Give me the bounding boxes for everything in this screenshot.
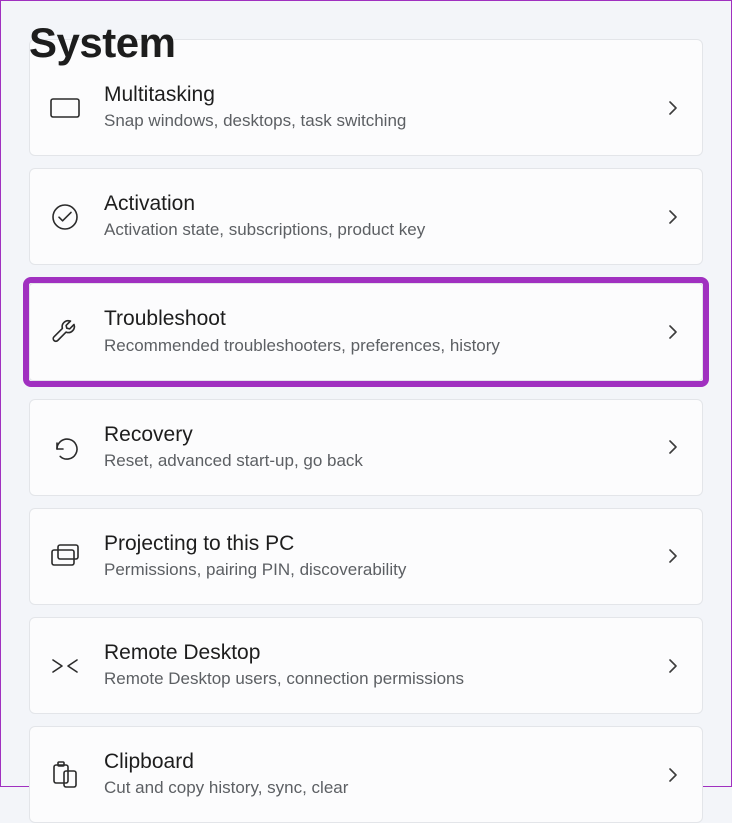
settings-item-activation[interactable]: Activation Activation state, subscriptio…: [29, 168, 703, 265]
settings-item-title: Troubleshoot: [104, 306, 656, 332]
chevron-right-icon: [656, 440, 680, 454]
settings-item-subtitle: Remote Desktop users, connection permiss…: [104, 668, 656, 691]
settings-item-title: Multitasking: [104, 82, 656, 108]
settings-item-body: Troubleshoot Recommended troubleshooters…: [82, 306, 656, 357]
recovery-icon: [48, 430, 82, 464]
settings-item-troubleshoot[interactable]: Troubleshoot Recommended troubleshooters…: [29, 283, 703, 380]
settings-item-projecting[interactable]: Projecting to this PC Permissions, pairi…: [29, 508, 703, 605]
checkmark-circle-icon: [48, 200, 82, 234]
settings-item-body: Activation Activation state, subscriptio…: [82, 191, 656, 242]
settings-item-subtitle: Reset, advanced start-up, go back: [104, 450, 656, 473]
settings-item-title: Activation: [104, 191, 656, 217]
settings-item-subtitle: Snap windows, desktops, task switching: [104, 110, 656, 133]
chevron-right-icon: [656, 325, 680, 339]
settings-item-subtitle: Permissions, pairing PIN, discoverabilit…: [104, 559, 656, 582]
settings-list: Multitasking Snap windows, desktops, tas…: [1, 39, 731, 823]
settings-item-subtitle: Recommended troubleshooters, preferences…: [104, 335, 656, 358]
settings-item-subtitle: Cut and copy history, sync, clear: [104, 777, 656, 800]
settings-item-clipboard[interactable]: Clipboard Cut and copy history, sync, cl…: [29, 726, 703, 823]
remote-desktop-icon: [48, 649, 82, 683]
highlight-frame: Troubleshoot Recommended troubleshooters…: [23, 277, 709, 386]
settings-item-body: Remote Desktop Remote Desktop users, con…: [82, 640, 656, 691]
settings-item-body: Clipboard Cut and copy history, sync, cl…: [82, 749, 656, 800]
settings-item-subtitle: Activation state, subscriptions, product…: [104, 219, 656, 242]
chevron-right-icon: [656, 101, 680, 115]
settings-item-recovery[interactable]: Recovery Reset, advanced start-up, go ba…: [29, 399, 703, 496]
chevron-right-icon: [656, 549, 680, 563]
wrench-icon: [48, 315, 82, 349]
settings-item-title: Clipboard: [104, 749, 656, 775]
settings-item-body: Projecting to this PC Permissions, pairi…: [82, 531, 656, 582]
settings-item-title: Projecting to this PC: [104, 531, 656, 557]
chevron-right-icon: [656, 768, 680, 782]
chevron-right-icon: [656, 659, 680, 673]
settings-item-title: Remote Desktop: [104, 640, 656, 666]
settings-item-remote-desktop[interactable]: Remote Desktop Remote Desktop users, con…: [29, 617, 703, 714]
settings-item-title: Recovery: [104, 422, 656, 448]
projecting-icon: [48, 539, 82, 573]
settings-item-body: Multitasking Snap windows, desktops, tas…: [82, 82, 656, 133]
multitasking-icon: [48, 91, 82, 125]
chevron-right-icon: [656, 210, 680, 224]
settings-item-body: Recovery Reset, advanced start-up, go ba…: [82, 422, 656, 473]
